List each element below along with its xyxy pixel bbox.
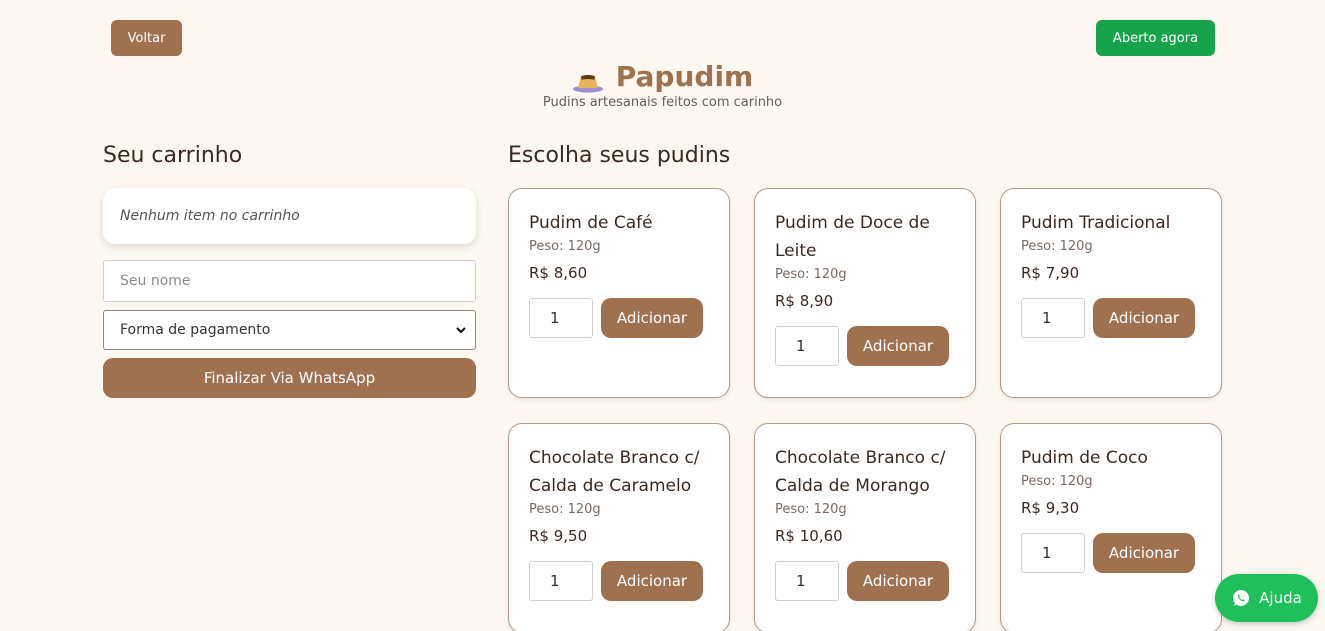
brand-title: Papudim xyxy=(615,60,754,93)
product-card: Chocolate Branco c/ Calda de Morango Pes… xyxy=(754,423,976,631)
cart-title: Seu carrinho xyxy=(103,143,243,168)
product-weight: Peso: 120g xyxy=(775,502,847,517)
quantity-input[interactable]: 1 xyxy=(529,298,593,338)
brand-header: Papudim Pudins artesanais feitos com car… xyxy=(0,60,1325,110)
finish-whatsapp-button[interactable]: Finalizar Via WhatsApp xyxy=(103,358,476,398)
product-name: Pudim Tradicional xyxy=(1021,213,1171,233)
payment-method-value: Forma de pagamento xyxy=(120,322,271,338)
add-to-cart-button[interactable]: Adicionar xyxy=(601,561,703,601)
product-card: Pudim de Café Peso: 120g R$ 8,60 1 Adici… xyxy=(508,188,730,398)
whatsapp-icon xyxy=(1233,590,1250,606)
product-card: Chocolate Branco c/ Calda de Caramelo Pe… xyxy=(508,423,730,631)
product-name: Pudim de Coco xyxy=(1021,448,1148,468)
help-label: Ajuda xyxy=(1259,589,1302,607)
quantity-input[interactable]: 1 xyxy=(775,326,839,366)
customer-name-input[interactable] xyxy=(103,260,476,302)
product-card: Pudim de Doce de Leite Peso: 120g R$ 8,9… xyxy=(754,188,976,398)
product-name: Pudim de Doce de Leite xyxy=(775,213,930,261)
product-card: Pudim Tradicional Peso: 120g R$ 7,90 1 A… xyxy=(1000,188,1222,398)
menu-title: Escolha seus pudins xyxy=(508,143,731,168)
product-name: Chocolate Branco c/ Calda de Caramelo xyxy=(529,448,700,496)
add-to-cart-button[interactable]: Adicionar xyxy=(601,298,703,338)
quantity-input[interactable]: 1 xyxy=(1021,298,1085,338)
product-grid: Pudim de Café Peso: 120g R$ 8,60 1 Adici… xyxy=(508,188,1222,631)
product-actions: 1 Adicionar xyxy=(529,561,709,601)
product-card: Pudim de Coco Peso: 120g R$ 9,30 1 Adici… xyxy=(1000,423,1222,631)
add-to-cart-button[interactable]: Adicionar xyxy=(1093,533,1195,573)
product-actions: 1 Adicionar xyxy=(1021,298,1201,338)
add-to-cart-button[interactable]: Adicionar xyxy=(1093,298,1195,338)
brand-subtitle: Pudins artesanais feitos com carinho xyxy=(542,95,783,110)
product-price: R$ 8,60 xyxy=(529,264,588,282)
product-actions: 1 Adicionar xyxy=(775,561,955,601)
product-weight: Peso: 120g xyxy=(775,267,847,282)
product-weight: Peso: 120g xyxy=(529,502,601,517)
product-price: R$ 9,50 xyxy=(529,527,588,545)
quantity-input[interactable]: 1 xyxy=(1021,533,1085,573)
product-name: Pudim de Café xyxy=(529,213,653,233)
brand-row: Papudim xyxy=(0,60,1325,93)
quantity-input[interactable]: 1 xyxy=(775,561,839,601)
quantity-input[interactable]: 1 xyxy=(529,561,593,601)
product-weight: Peso: 120g xyxy=(1021,239,1093,254)
product-name: Chocolate Branco c/ Calda de Morango xyxy=(775,448,946,496)
product-weight: Peso: 120g xyxy=(1021,474,1093,489)
chevron-down-icon xyxy=(456,327,466,334)
add-to-cart-button[interactable]: Adicionar xyxy=(847,561,949,601)
product-actions: 1 Adicionar xyxy=(529,298,709,338)
product-actions: 1 Adicionar xyxy=(1021,533,1201,573)
pudim-icon xyxy=(572,69,604,93)
help-whatsapp-button[interactable]: Ajuda xyxy=(1215,574,1318,622)
product-actions: 1 Adicionar xyxy=(775,326,955,366)
product-price: R$ 7,90 xyxy=(1021,264,1080,282)
open-now-button[interactable]: Aberto agora xyxy=(1096,20,1215,56)
product-price: R$ 8,90 xyxy=(775,292,834,310)
add-to-cart-button[interactable]: Adicionar xyxy=(847,326,949,366)
product-price: R$ 10,60 xyxy=(775,527,843,545)
cart-empty-message: Nenhum item no carrinho xyxy=(103,188,476,244)
payment-method-select[interactable]: Forma de pagamento xyxy=(103,310,476,350)
product-weight: Peso: 120g xyxy=(529,239,601,254)
back-button[interactable]: Voltar xyxy=(111,20,182,56)
product-price: R$ 9,30 xyxy=(1021,499,1080,517)
